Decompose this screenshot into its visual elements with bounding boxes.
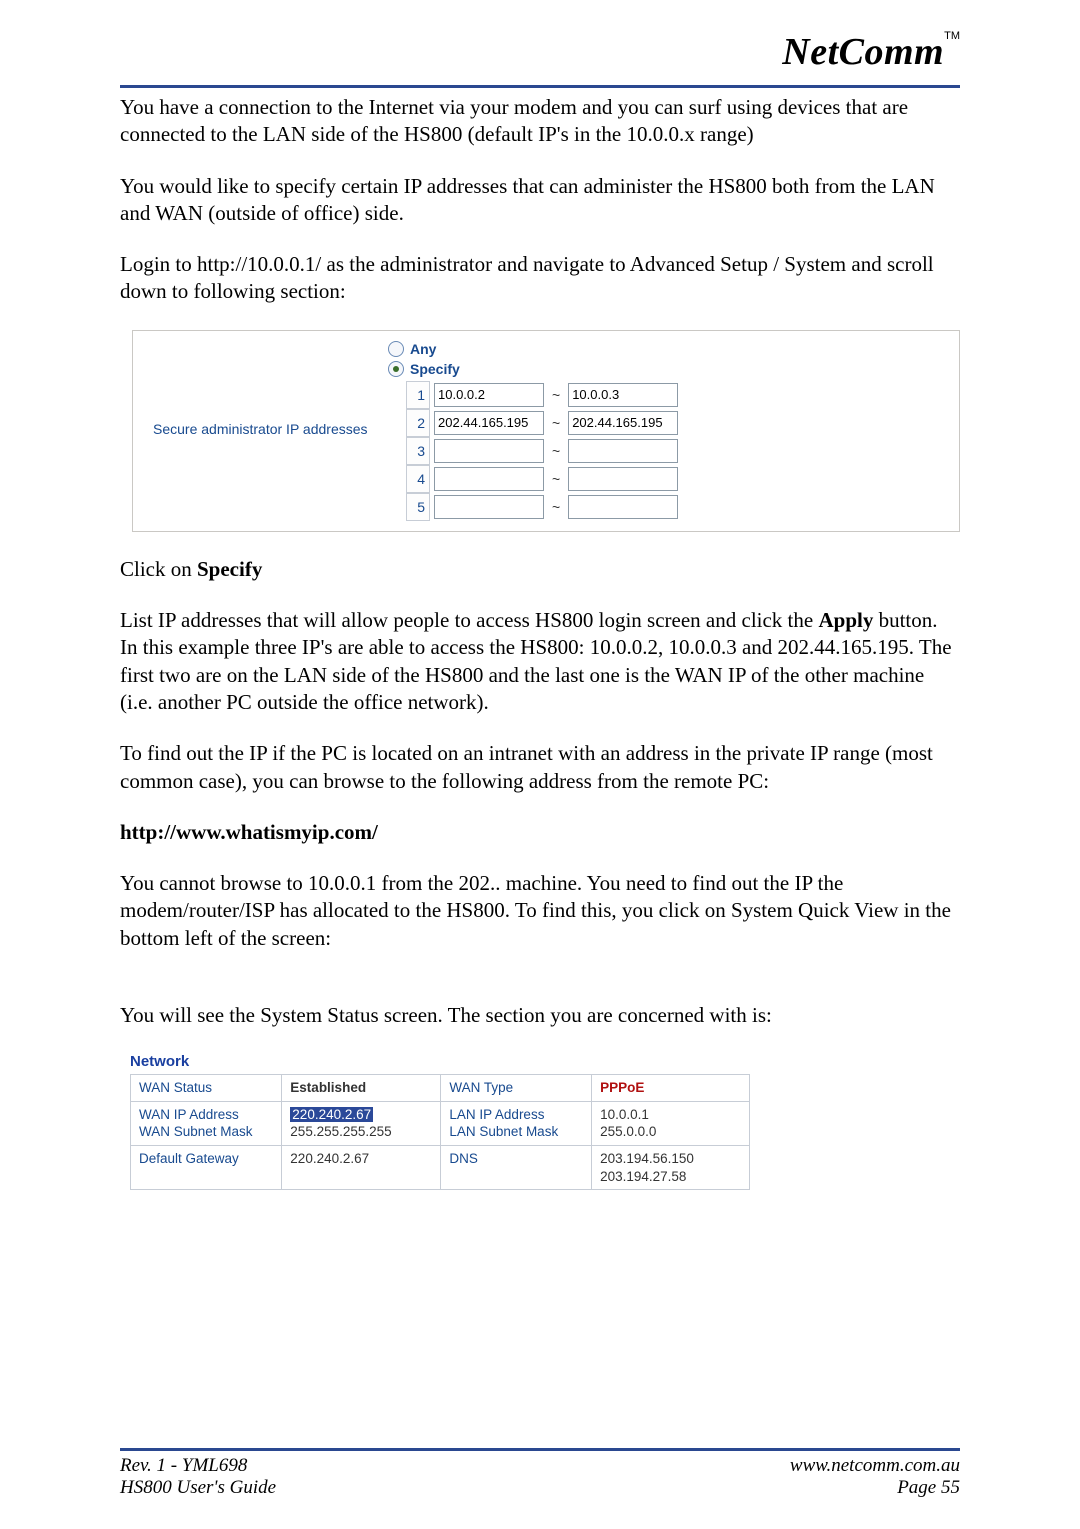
ip-from-input[interactable]: [434, 439, 544, 463]
ip-to-input[interactable]: [568, 467, 678, 491]
paragraph: Click on Specify: [120, 556, 960, 583]
ip-row: 5 ~: [406, 493, 682, 521]
ip-row: 1 ~: [406, 381, 682, 409]
table-row: WAN Status Established WAN Type PPPoE: [131, 1075, 750, 1102]
footer-rev: Rev. 1 - YML698: [120, 1455, 276, 1477]
gateway-label: Default Gateway: [131, 1145, 282, 1189]
brand-tm: TM: [944, 30, 960, 42]
wan-status-value: Established: [282, 1075, 441, 1102]
paragraph: List IP addresses that will allow people…: [120, 607, 960, 716]
wan-type-value: PPPoE: [592, 1075, 750, 1102]
dns-value: 203.194.56.150 203.194.27.58: [592, 1145, 750, 1189]
wan-type-label: WAN Type: [441, 1075, 592, 1102]
paragraph: You will see the System Status screen. T…: [120, 1002, 960, 1029]
paragraph: You have a connection to the Internet vi…: [120, 94, 960, 149]
brand-name: NetComm: [782, 31, 944, 73]
admin-ip-screenshot: Secure administrator IP addresses Any Sp…: [132, 330, 960, 532]
ip-from-input[interactable]: [434, 495, 544, 519]
ip-to-input[interactable]: [568, 383, 678, 407]
footer-page: Page 55: [790, 1477, 960, 1499]
wan-status-label: WAN Status: [131, 1075, 282, 1102]
range-separator: ~: [548, 437, 564, 465]
paragraph: You cannot browse to 10.0.0.1 from the 2…: [120, 870, 960, 952]
dns-label: DNS: [441, 1145, 592, 1189]
url-whatismyip: http://www.whatismyip.com/: [120, 819, 960, 846]
ip-row: 2 ~: [406, 409, 682, 437]
network-heading: Network: [130, 1053, 960, 1070]
row-index: 2: [406, 409, 430, 437]
wan-ip-label: WAN IP Address WAN Subnet Mask: [131, 1101, 282, 1145]
footer-guide: HS800 User's Guide: [120, 1477, 276, 1499]
footer-rule: [120, 1448, 960, 1451]
ip-row: 4 ~: [406, 465, 682, 493]
brand-logo: NetCommTM: [782, 30, 960, 74]
paragraph: Login to http://10.0.0.1/ as the adminis…: [120, 251, 960, 306]
range-separator: ~: [548, 493, 564, 521]
lan-ip-label: LAN IP Address LAN Subnet Mask: [441, 1101, 592, 1145]
gateway-value: 220.240.2.67: [282, 1145, 441, 1189]
row-index: 3: [406, 437, 430, 465]
ip-to-input[interactable]: [568, 411, 678, 435]
ip-from-input[interactable]: [434, 383, 544, 407]
header-rule: [120, 85, 960, 88]
range-separator: ~: [548, 381, 564, 409]
range-separator: ~: [548, 409, 564, 437]
radio-any-row[interactable]: Any: [388, 341, 959, 357]
network-status-table: WAN Status Established WAN Type PPPoE WA…: [130, 1074, 750, 1190]
lan-ip-value: 10.0.0.1 255.0.0.0: [592, 1101, 750, 1145]
row-index: 4: [406, 465, 430, 493]
ip-range-table: 1 ~ 2 ~ 3 ~: [406, 381, 682, 521]
paragraph: To find out the IP if the PC is located …: [120, 740, 960, 795]
radio-any-label: Any: [410, 341, 436, 357]
table-row: WAN IP Address WAN Subnet Mask 220.240.2…: [131, 1101, 750, 1145]
ip-from-input[interactable]: [434, 411, 544, 435]
admin-ip-label: Secure administrator IP addresses: [153, 421, 383, 437]
ip-from-input[interactable]: [434, 467, 544, 491]
radio-icon: [388, 341, 404, 357]
row-index: 1: [406, 381, 430, 409]
page-footer: Rev. 1 - YML698 HS800 User's Guide www.n…: [120, 1448, 960, 1499]
radio-specify-row[interactable]: Specify: [388, 361, 959, 377]
radio-checked-icon: [388, 361, 404, 377]
range-separator: ~: [548, 465, 564, 493]
wan-ip-value: 220.240.2.67 255.255.255.255: [282, 1101, 441, 1145]
footer-url: www.netcomm.com.au: [790, 1455, 960, 1477]
paragraph: You would like to specify certain IP add…: [120, 173, 960, 228]
ip-row: 3 ~: [406, 437, 682, 465]
ip-to-input[interactable]: [568, 439, 678, 463]
table-row: Default Gateway 220.240.2.67 DNS 203.194…: [131, 1145, 750, 1189]
row-index: 5: [406, 493, 430, 521]
ip-to-input[interactable]: [568, 495, 678, 519]
radio-specify-label: Specify: [410, 361, 460, 377]
